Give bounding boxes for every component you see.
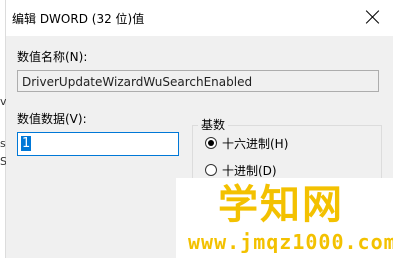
selected-value-text: 1	[21, 136, 32, 151]
radio-decimal-label[interactable]: 十进制(D)	[222, 162, 277, 179]
watermark: 学知网 www.jmqz1000.com	[176, 178, 393, 258]
radio-decimal[interactable]	[205, 164, 217, 176]
radio-hexadecimal-label[interactable]: 十六进制(H)	[222, 135, 288, 152]
value-data-label: 数值数据(V):	[17, 112, 87, 126]
value-name-field[interactable]: DriverUpdateWizardWuSearchEnabled	[17, 70, 379, 92]
edit-dword-dialog: 编辑 DWORD (32 位)值 数值名称(N): DriverUpdateWi…	[6, 0, 393, 258]
background-text: s	[0, 137, 6, 150]
watermark-url: www.jmqz1000.com	[188, 230, 393, 254]
radio-hexadecimal[interactable]	[205, 137, 217, 149]
watermark-title: 学知网	[218, 182, 344, 228]
close-icon[interactable]	[365, 9, 381, 25]
title-bar[interactable]: 编辑 DWORD (32 位)值	[6, 0, 393, 36]
value-data-input[interactable]: 1	[17, 132, 179, 156]
value-name-label: 数值名称(N):	[17, 50, 88, 64]
dialog-title: 编辑 DWORD (32 位)值	[12, 12, 145, 26]
base-group-title: 基数	[198, 116, 229, 133]
